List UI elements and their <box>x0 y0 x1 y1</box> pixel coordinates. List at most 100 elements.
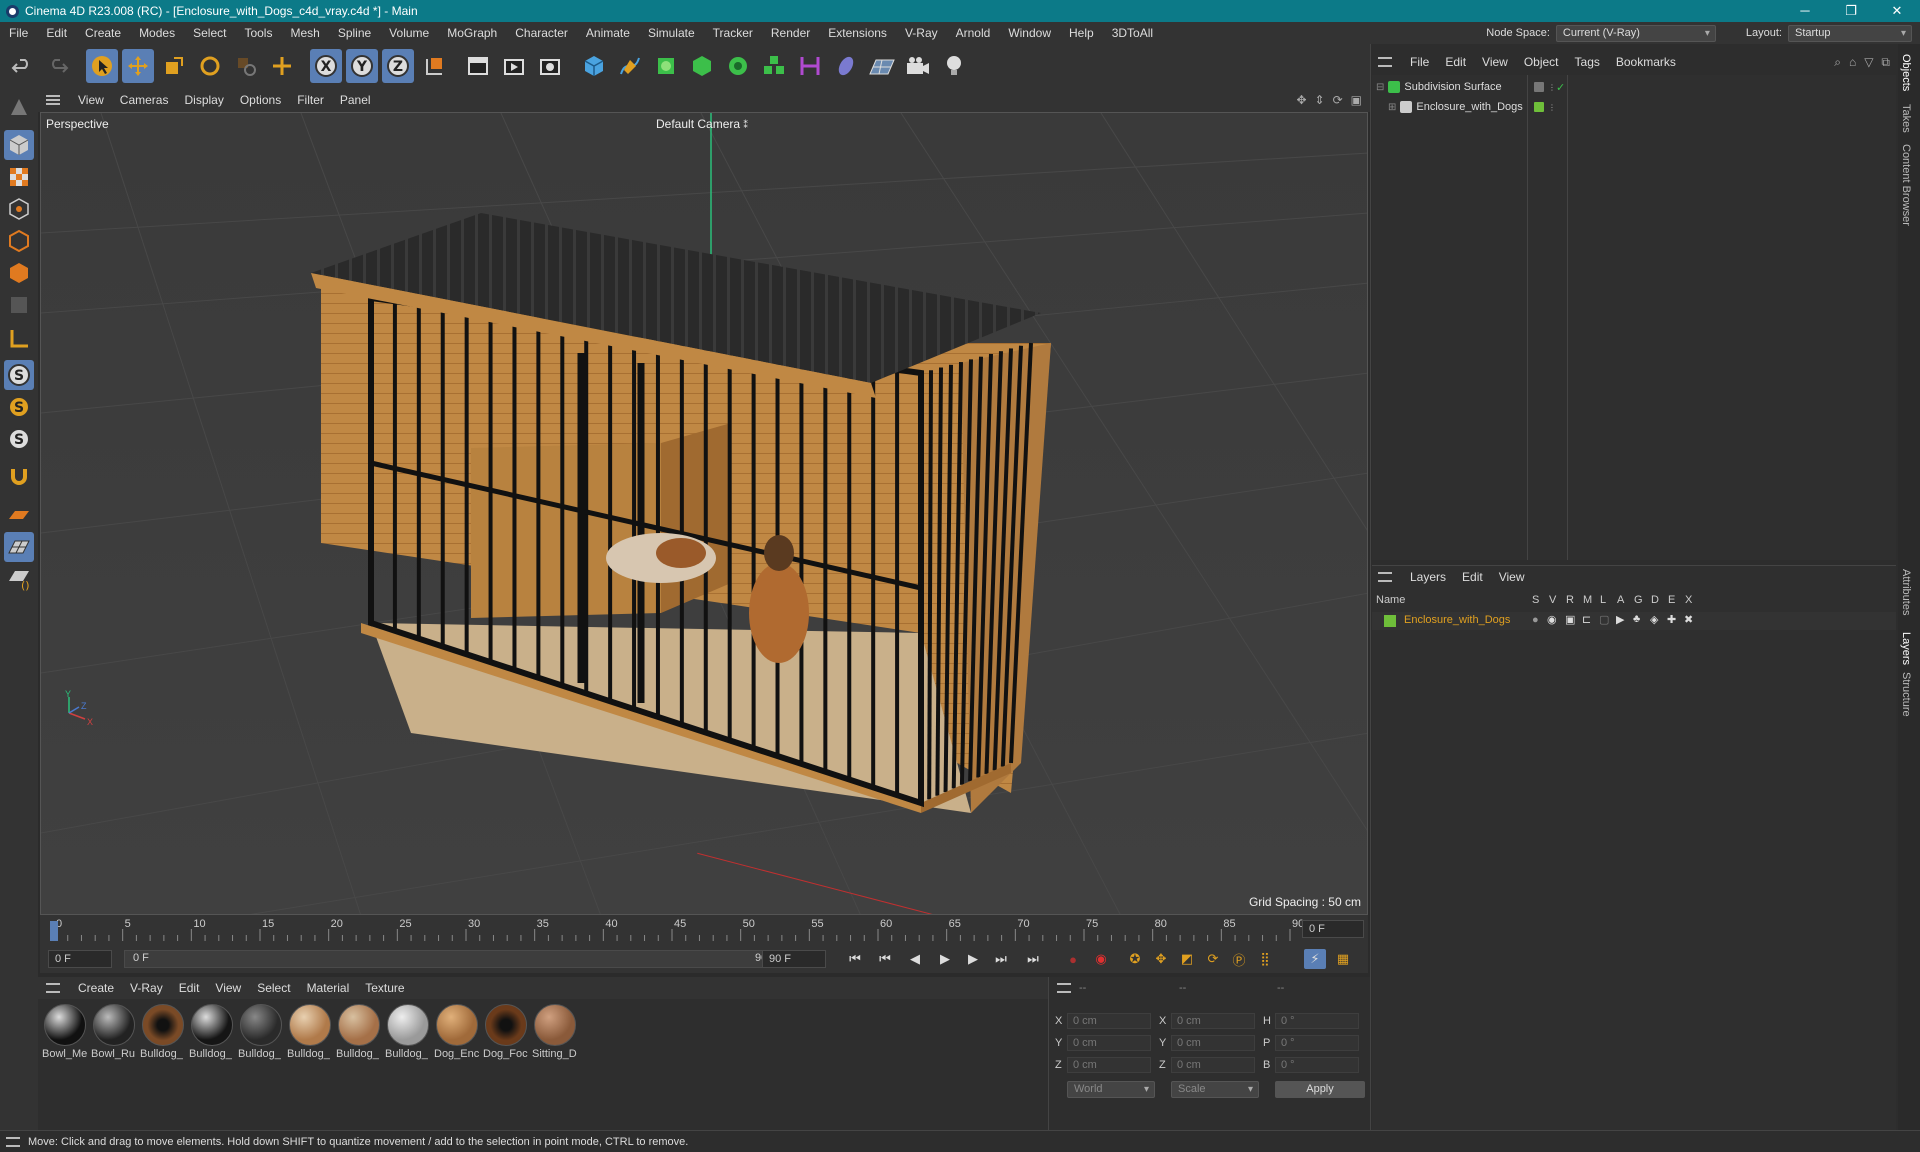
goto-end-button[interactable]: ⏭ <box>1022 949 1044 969</box>
node-space-dropdown[interactable]: Current (V-Ray) <box>1555 24 1716 42</box>
viewport-maximize-icon[interactable]: ▣ <box>1351 93 1362 107</box>
timeline-window-button[interactable]: ▦ <box>1332 949 1354 969</box>
floor-button[interactable] <box>866 49 898 83</box>
field-button[interactable] <box>830 49 862 83</box>
menu-vray[interactable]: V-Ray <box>896 22 947 44</box>
quantize-button[interactable]: S <box>4 424 34 454</box>
cube-object-button[interactable] <box>578 49 610 83</box>
axis-mode-button[interactable] <box>4 324 34 354</box>
undo-button[interactable] <box>6 49 38 83</box>
apply-button[interactable]: Apply <box>1275 1081 1365 1098</box>
layer-animation-icon[interactable]: ▶ <box>1616 613 1624 626</box>
visibility-dots-icon[interactable]: ⋮ <box>1548 83 1556 92</box>
texture-mode-button[interactable] <box>4 162 34 192</box>
viewport-pan-icon[interactable]: ✥ <box>1296 93 1306 107</box>
recent-tools-button[interactable] <box>230 49 262 83</box>
current-frame-field[interactable]: 0 F <box>1302 920 1364 938</box>
prev-key-button[interactable]: ⏮ <box>874 949 896 969</box>
menu-select[interactable]: Select <box>184 22 235 44</box>
viewport-menu-options[interactable]: Options <box>232 93 289 107</box>
material-menu-material[interactable]: Material <box>299 981 358 995</box>
rot-b-field[interactable]: 0 ° <box>1275 1057 1359 1073</box>
new-window-icon[interactable]: ⧉ <box>1881 55 1890 70</box>
menu-arnold[interactable]: Arnold <box>947 22 1000 44</box>
home-icon[interactable]: ⌂ <box>1849 55 1856 70</box>
menu-simulate[interactable]: Simulate <box>639 22 704 44</box>
material-menu-edit[interactable]: Edit <box>171 981 208 995</box>
mograph-cloner-button[interactable] <box>758 49 790 83</box>
render-settings-button[interactable] <box>534 49 566 83</box>
layer-lock-icon[interactable]: ▢ <box>1599 613 1609 626</box>
layer-name[interactable]: Enclosure_with_Dogs <box>1404 614 1510 626</box>
prev-frame-button[interactable]: ◀ <box>904 949 926 969</box>
material-swatch[interactable]: Bulldog_ <box>140 1004 186 1066</box>
minimize-button[interactable]: ─ <box>1782 0 1828 22</box>
end-frame-field[interactable]: 90 F <box>762 950 826 968</box>
3d-viewport[interactable]: Perspective Default Camera ⁑ Y X Z Grid … <box>40 112 1368 915</box>
make-editable-button[interactable] <box>4 92 34 122</box>
z-axis-lock-button[interactable]: Z <box>382 49 414 83</box>
live-selection-button[interactable] <box>86 49 118 83</box>
scale-tool-button[interactable] <box>158 49 190 83</box>
x-axis-lock-button[interactable]: X <box>310 49 342 83</box>
menu-mograph[interactable]: MoGraph <box>438 22 506 44</box>
snap-button[interactable]: S <box>4 360 34 390</box>
layer-xref-icon[interactable]: ✖ <box>1684 613 1693 626</box>
object-menu-edit[interactable]: Edit <box>1437 55 1474 69</box>
menu-help[interactable]: Help <box>1060 22 1103 44</box>
pen-spline-button[interactable] <box>614 49 646 83</box>
material-menu-view[interactable]: View <box>207 981 249 995</box>
key-rotation-button[interactable]: ⟳ <box>1202 949 1224 969</box>
material-swatch[interactable]: Bulldog_ <box>189 1004 235 1066</box>
snap-settings-button[interactable]: S <box>4 392 34 422</box>
size-z-field[interactable]: 0 cm <box>1171 1057 1255 1073</box>
menu-edit[interactable]: Edit <box>37 22 76 44</box>
menu-tools[interactable]: Tools <box>235 22 281 44</box>
size-mode-dropdown[interactable]: Scale <box>1171 1081 1259 1098</box>
size-y-field[interactable]: 0 cm <box>1171 1035 1255 1051</box>
menu-window[interactable]: Window <box>999 22 1060 44</box>
light-button[interactable] <box>938 49 970 83</box>
material-swatch[interactable]: Bulldog_ <box>287 1004 333 1066</box>
layer-deformers-icon[interactable]: ◈ <box>1650 613 1658 626</box>
subdivision-surface-button[interactable] <box>650 49 682 83</box>
layer-solo-icon[interactable]: ● <box>1532 614 1539 626</box>
layer-manager-icon[interactable]: ⊏ <box>1582 613 1591 626</box>
y-axis-lock-button[interactable]: Y <box>346 49 378 83</box>
search-icon[interactable]: ⌕ <box>1834 55 1841 70</box>
menu-modes[interactable]: Modes <box>130 22 184 44</box>
layer-visible-icon[interactable]: ◉ <box>1547 613 1557 626</box>
layer-row[interactable]: Enclosure_with_Dogs ● ◉ ▣ ⊏ ▢ ▶ ♣ ◈ ✚ ✖ <box>1372 612 1896 630</box>
start-frame-field[interactable]: 0 F <box>48 950 112 968</box>
menu-mesh[interactable]: Mesh <box>281 22 328 44</box>
menu-animate[interactable]: Animate <box>577 22 639 44</box>
viewport-rotate-icon[interactable]: ⟳ <box>1333 93 1343 107</box>
render-view-button[interactable] <box>462 49 494 83</box>
object-menu-bookmarks[interactable]: Bookmarks <box>1608 55 1684 69</box>
coordinate-system-dropdown[interactable]: World <box>1067 1081 1155 1098</box>
enabled-checkmark-icon[interactable]: ✓ <box>1556 81 1565 94</box>
material-swatch[interactable]: Sitting_D <box>532 1004 578 1066</box>
layers-menu-edit[interactable]: Edit <box>1454 570 1491 584</box>
key-parameter-button[interactable]: Ⓟ <box>1228 949 1250 969</box>
tab-objects[interactable]: Objects <box>1900 54 1912 91</box>
layer-manager-hamburger-icon[interactable] <box>1378 572 1392 582</box>
edit-render-toggle-icon[interactable] <box>1534 82 1544 92</box>
layers-menu-view[interactable]: View <box>1491 570 1533 584</box>
keyframe-selection-button[interactable]: ✪ <box>1124 949 1146 969</box>
maximize-button[interactable]: ❐ <box>1828 0 1874 22</box>
viewport-menu-panel[interactable]: Panel <box>332 93 379 107</box>
material-swatch[interactable]: Dog_Enc <box>434 1004 480 1066</box>
uv-mode-button[interactable] <box>4 290 34 320</box>
next-frame-button[interactable]: ▶ <box>962 949 984 969</box>
move-tool-button[interactable] <box>122 49 154 83</box>
rot-p-field[interactable]: 0 ° <box>1275 1035 1359 1051</box>
material-hamburger-icon[interactable] <box>46 983 60 993</box>
viewport-dolly-icon[interactable]: ⇕ <box>1315 93 1325 107</box>
material-menu-select[interactable]: Select <box>249 981 298 995</box>
object-menu-file[interactable]: File <box>1402 55 1437 69</box>
coordinates-hamburger-icon[interactable] <box>1057 983 1071 993</box>
model-mode-button[interactable] <box>4 130 34 160</box>
play-button[interactable]: ▶ <box>934 949 956 969</box>
material-menu-create[interactable]: Create <box>70 981 122 995</box>
